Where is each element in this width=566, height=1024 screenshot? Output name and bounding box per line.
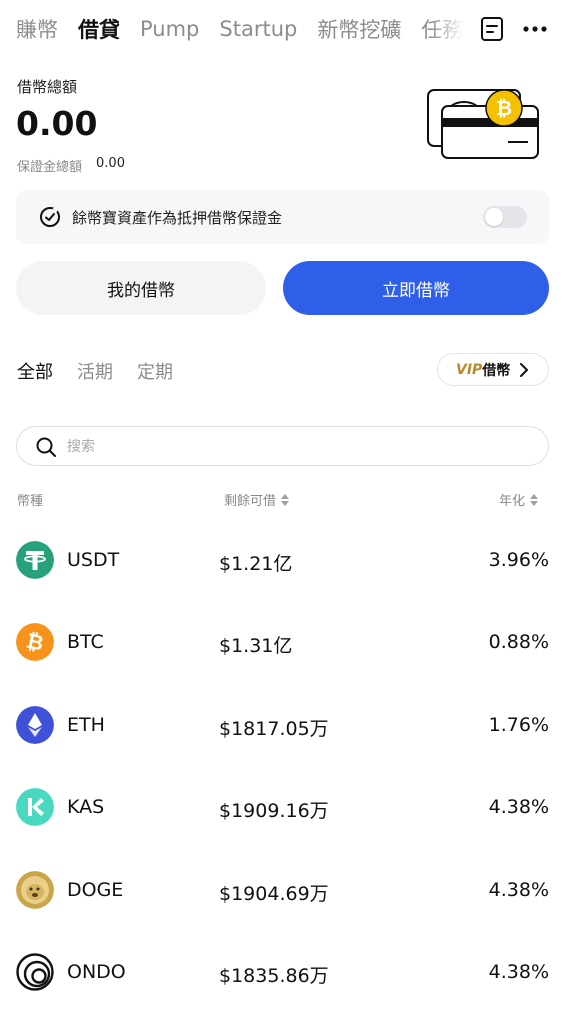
vip-loan-button[interactable]: VIP 借幣 [437, 353, 549, 386]
switch-knob [485, 208, 503, 226]
loan-total-label: 借幣總額 [17, 78, 78, 96]
tabs-fade [430, 10, 464, 48]
coin-symbol: BTC [67, 631, 104, 653]
coin-symbol: KAS [67, 796, 105, 818]
coin-available: $1904.69万 [219, 883, 329, 905]
kas-icon [16, 788, 54, 826]
chevron-right-icon [520, 363, 528, 377]
my-loans-button[interactable]: 我的借幣 [16, 261, 266, 315]
nav-tabs: 賺幣 借貸 Pump Startup 新幣挖礦 任務匯 [16, 12, 462, 46]
btc-icon: ₿ [16, 623, 54, 661]
tab-pump[interactable]: Pump [140, 17, 199, 41]
column-header-coin: 幣種 [17, 490, 43, 509]
coin-apr: 4.38% [488, 879, 549, 901]
document-icon [481, 17, 503, 41]
usdt-icon [16, 541, 54, 579]
margin-total-label: 保證金總額 [17, 160, 83, 175]
table-row[interactable]: ETH $1817.05万 1.76% [0, 695, 566, 755]
column-header-available-label: 剩餘可借 [224, 494, 277, 509]
doge-icon [16, 871, 54, 909]
more-button[interactable] [518, 15, 552, 43]
top-nav: 賺幣 借貸 Pump Startup 新幣挖礦 任務匯 [0, 0, 566, 58]
table-row[interactable]: KAS $1909.16万 4.38% [0, 777, 566, 837]
coin-symbol: ONDO [67, 961, 126, 983]
coin-symbol: USDT [67, 549, 120, 571]
filter-flexible[interactable]: 活期 [77, 358, 113, 384]
search-bar [16, 426, 549, 466]
table-row[interactable]: USDT $1.21亿 3.96% [0, 530, 566, 590]
table-row[interactable]: ONDO $1835.86万 4.38% [0, 942, 566, 1002]
tab-earn[interactable]: 賺幣 [16, 14, 58, 44]
coin-available: $1.31亿 [219, 635, 293, 657]
eth-icon [16, 706, 54, 744]
coin-available: $1835.86万 [219, 965, 329, 987]
collateral-toggle-row: 餘幣寶資產作為抵押借幣保證金 [16, 190, 549, 244]
coin-available: $1.21亿 [219, 553, 293, 575]
coin-available: $1817.05万 [219, 718, 329, 740]
tab-startup[interactable]: Startup [219, 17, 297, 41]
tab-loan[interactable]: 借貸 [78, 14, 120, 44]
filter-all[interactable]: 全部 [17, 358, 53, 384]
orders-button[interactable] [478, 15, 506, 43]
coin-apr: 0.88% [488, 631, 549, 653]
column-header-coin-label: 幣種 [17, 494, 44, 509]
table-row[interactable]: ₿ BTC $1.31亿 0.88% [0, 612, 566, 672]
margin-total: 保證金總額 0.00 [17, 156, 125, 175]
search-input[interactable] [67, 433, 527, 461]
margin-total-value: 0.00 [96, 156, 125, 171]
column-header-apr[interactable]: 年化 [499, 490, 539, 509]
borrow-now-button[interactable]: 立即借幣 [283, 261, 549, 315]
loan-total-value: 0.00 [16, 104, 98, 143]
coin-apr: 4.38% [488, 796, 549, 818]
tab-new-coin-mining[interactable]: 新幣挖礦 [317, 14, 401, 44]
coin-apr: 4.38% [488, 961, 549, 983]
more-dots-icon [523, 26, 547, 32]
card-coin-illustration-icon: ₿ [427, 89, 539, 159]
coin-apr: 3.96% [488, 549, 549, 571]
collateral-toggle-label: 餘幣寶資產作為抵押借幣保證金 [72, 209, 283, 227]
search-icon [36, 437, 56, 457]
coin-available: $1909.16万 [219, 800, 329, 822]
table-row[interactable]: DOGE $1904.69万 4.38% [0, 860, 566, 920]
shield-check-icon [40, 207, 60, 227]
sort-icon [530, 493, 539, 506]
sort-icon [281, 493, 290, 506]
ondo-icon [16, 953, 54, 991]
vip-mark: VIP [456, 361, 483, 378]
coin-symbol: DOGE [67, 879, 124, 901]
column-header-apr-label: 年化 [499, 494, 526, 509]
coin-apr: 1.76% [488, 714, 549, 736]
column-header-available[interactable]: 剩餘可借 [224, 490, 290, 509]
coin-symbol: ETH [67, 714, 105, 736]
svg-text:₿: ₿ [496, 96, 512, 120]
vip-label: 借幣 [482, 362, 511, 379]
collateral-switch[interactable] [483, 206, 527, 228]
filter-fixed[interactable]: 定期 [137, 358, 173, 384]
